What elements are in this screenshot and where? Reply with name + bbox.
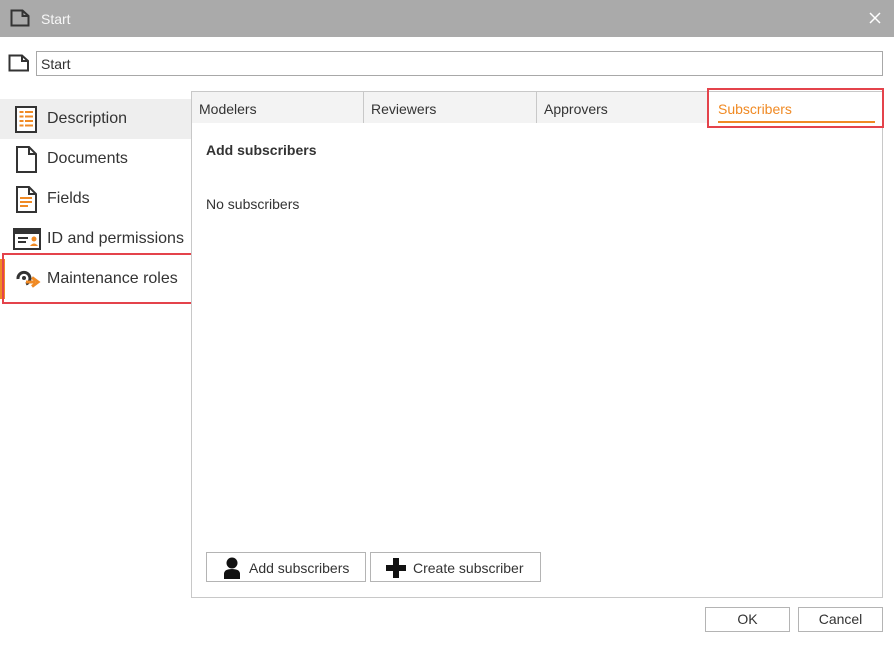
- sidebar-item-label: Description: [47, 110, 128, 127]
- document-icon: [10, 9, 30, 27]
- roles-panel: Modelers Reviewers Approvers Subscribers…: [191, 91, 883, 598]
- tab-label: Modelers: [199, 101, 257, 117]
- add-subscribers-label: Add subscribers: [249, 560, 350, 576]
- sidebar-item-description[interactable]: Description: [0, 99, 192, 139]
- close-icon[interactable]: [866, 9, 884, 27]
- tab-approvers[interactable]: Approvers: [537, 92, 709, 123]
- create-subscriber-label: Create subscriber: [413, 560, 524, 576]
- documents-icon: [16, 146, 37, 173]
- sidebar-item-label: Fields: [47, 190, 90, 207]
- add-subscribers-button[interactable]: Add subscribers: [206, 552, 366, 582]
- cancel-button[interactable]: Cancel: [798, 607, 883, 632]
- description-icon: [15, 106, 37, 133]
- sidebar-item-fields[interactable]: Fields: [0, 179, 192, 219]
- ok-button[interactable]: OK: [705, 607, 790, 632]
- name-input[interactable]: [36, 51, 883, 76]
- title-bar: Start: [0, 0, 894, 37]
- sidebar-item-documents[interactable]: Documents: [0, 139, 192, 179]
- highlight-subscribers-tab: [707, 88, 884, 128]
- plus-icon: [386, 558, 406, 578]
- sidebar-item-label: Documents: [47, 150, 128, 167]
- highlight-maintenance-roles: [2, 253, 194, 304]
- empty-state-text: No subscribers: [206, 196, 300, 212]
- window-title: Start: [41, 11, 71, 27]
- section-heading: Add subscribers: [206, 142, 317, 158]
- document-icon: [8, 54, 29, 72]
- tab-reviewers[interactable]: Reviewers: [364, 92, 537, 123]
- user-icon: [224, 557, 240, 579]
- id-card-icon: [13, 228, 41, 250]
- sidebar-item-label: ID and permissions: [47, 230, 184, 247]
- tab-label: Reviewers: [371, 101, 437, 117]
- fields-icon: [16, 186, 37, 213]
- tab-label: Approvers: [544, 101, 608, 117]
- create-subscriber-button[interactable]: Create subscriber: [370, 552, 541, 582]
- tab-modelers[interactable]: Modelers: [192, 92, 364, 123]
